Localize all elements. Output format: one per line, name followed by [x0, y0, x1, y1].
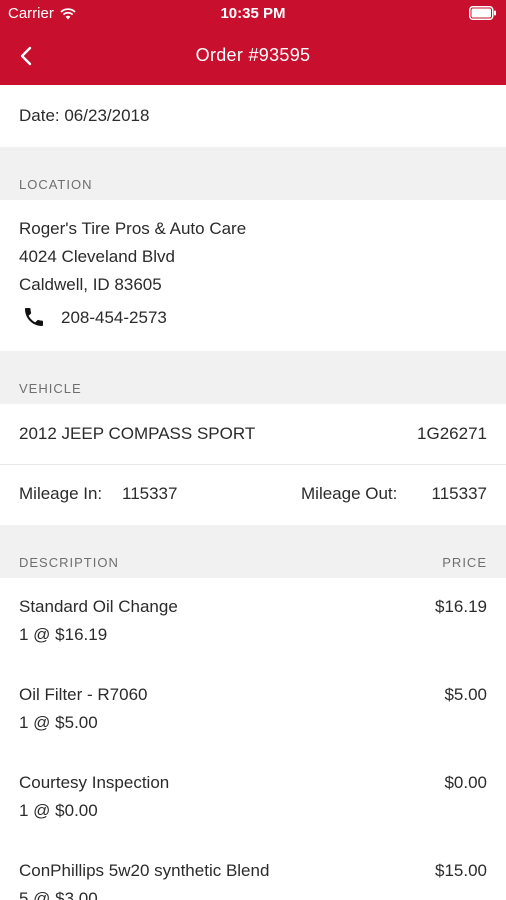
line-item-qty: 1 @ $0.00: [19, 801, 98, 820]
mileage-in-label: Mileage In:: [19, 484, 103, 503]
description-header-label: DESCRIPTION: [19, 555, 119, 570]
phone-number[interactable]: 208-454-2573: [61, 308, 167, 328]
line-item-name: Oil Filter - R7060: [19, 685, 148, 704]
order-date: Date: 06/23/2018: [19, 106, 150, 125]
mileage-out-value: 115337: [431, 484, 487, 503]
location-header-label: LOCATION: [19, 177, 93, 192]
battery-icon: [469, 6, 496, 20]
location-section-header: LOCATION: [0, 147, 506, 200]
line-item-qty: 5 @ $3.00: [19, 889, 98, 900]
phone-icon: [25, 308, 43, 326]
line-item-name: Courtesy Inspection: [19, 773, 170, 792]
line-item-price: $16.19: [435, 597, 487, 616]
line-item-price: $5.00: [444, 685, 487, 704]
vehicle-header-label: VEHICLE: [19, 381, 82, 396]
line-item-qty: 1 @ $5.00: [19, 713, 98, 732]
nav-bar: Order #93595: [0, 30, 506, 85]
shop-city: Caldwell, ID 83605: [19, 275, 162, 294]
shop-street: 4024 Cleveland Blvd: [19, 247, 175, 266]
mileage-out-label: Mileage Out:: [301, 484, 398, 503]
line-item-name: ConPhillips 5w20 synthetic Blend: [19, 861, 270, 880]
line-item: Oil Filter - R7060 $5.00 1 @ $5.00: [0, 666, 506, 754]
status-time: 10:35 PM: [220, 5, 286, 22]
line-item-price: $0.00: [444, 773, 487, 792]
price-header-label: PRICE: [442, 555, 487, 570]
line-item-name: Standard Oil Change: [19, 597, 178, 616]
line-item-qty: 1 @ $16.19: [19, 625, 108, 644]
line-item-price: $15.00: [435, 861, 487, 880]
line-item: Standard Oil Change $16.19 1 @ $16.19: [0, 578, 506, 666]
mileage-in-value: 115337: [122, 484, 178, 503]
line-item: ConPhillips 5w20 synthetic Blend $15.00 …: [0, 842, 506, 900]
shop-name: Roger's Tire Pros & Auto Care: [19, 219, 247, 238]
description-section-header: DESCRIPTION PRICE: [0, 525, 506, 578]
vehicle-id: 1G26271: [417, 424, 487, 443]
vehicle-divider: [0, 464, 506, 465]
status-bar: Carrier 10:35 PM: [0, 0, 506, 30]
page-title: Order #93595: [195, 45, 311, 65]
line-item: Courtesy Inspection $0.00 1 @ $0.00: [0, 754, 506, 842]
vehicle-name: 2012 JEEP COMPASS SPORT: [19, 424, 256, 443]
phone-row[interactable]: 208-454-2573: [0, 304, 506, 334]
vehicle-section-header: VEHICLE: [0, 351, 506, 404]
